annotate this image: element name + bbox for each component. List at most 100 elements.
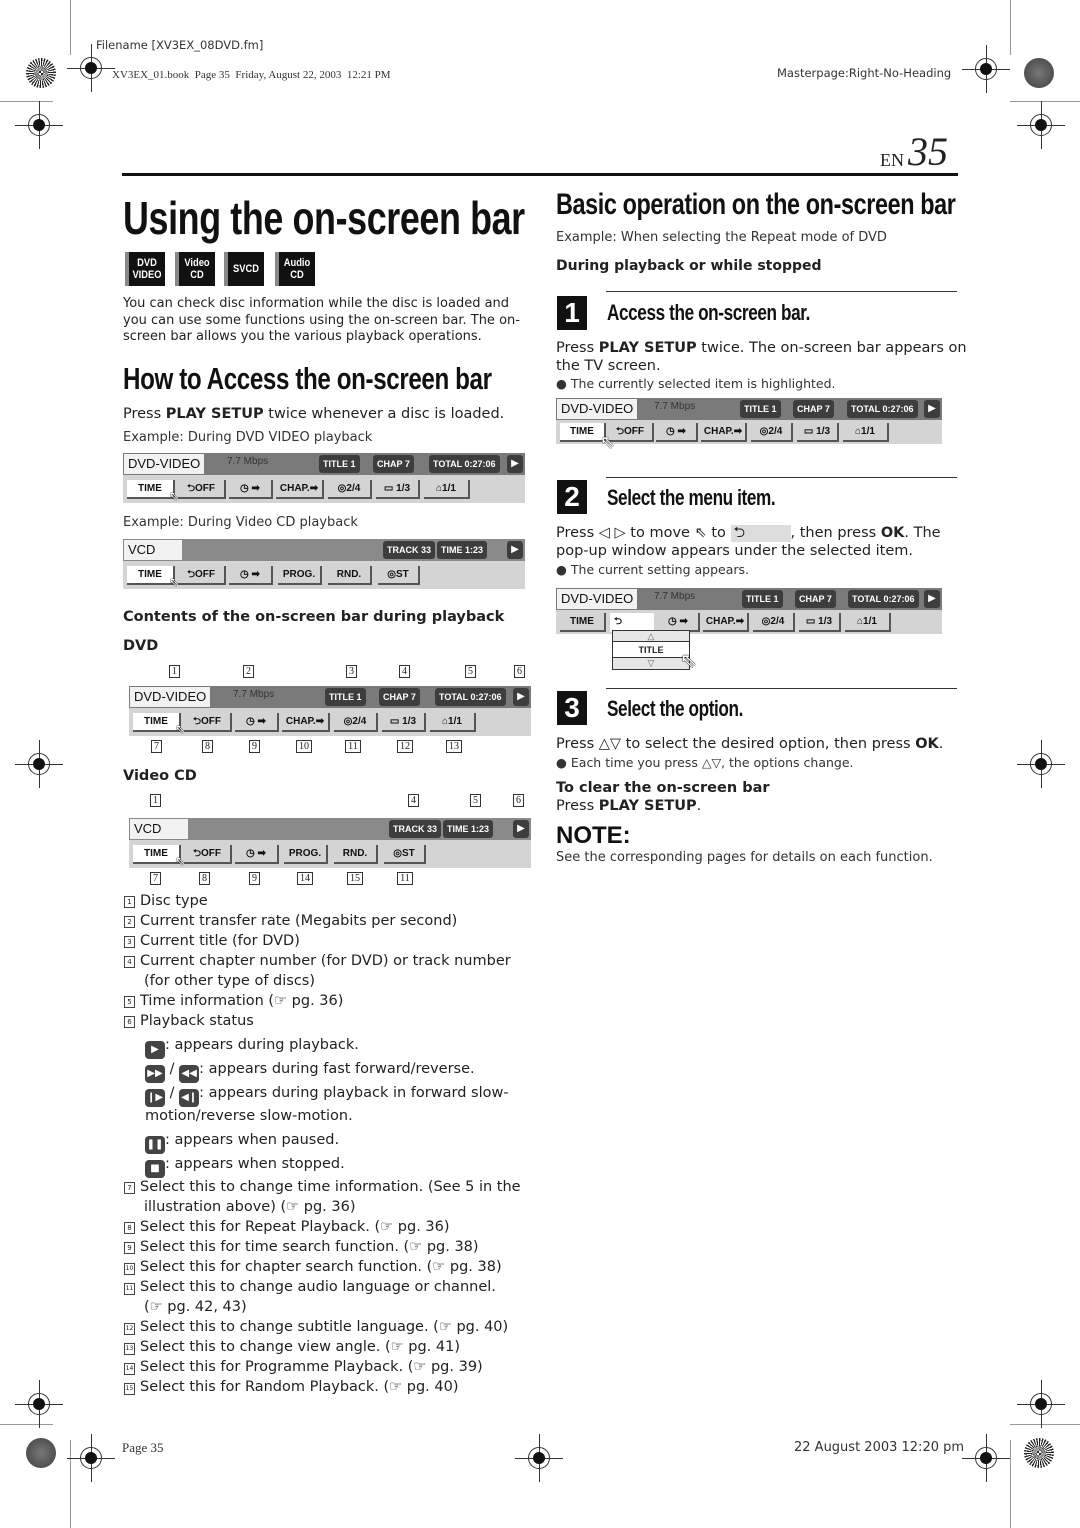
callout-10: 10 — [296, 740, 312, 753]
badge-dvd-video: DVD VIDEO — [125, 252, 165, 286]
audio-button[interactable]: ◎2/4 — [334, 713, 378, 732]
registration-crosshair — [15, 1380, 63, 1428]
popup-down-arrow[interactable]: ▽ — [613, 658, 689, 669]
registration-crosshair — [962, 1434, 1010, 1482]
chapter-field: CHAP 7 — [373, 455, 414, 473]
repeat-button[interactable]: ⮌OFF — [178, 566, 226, 585]
step1-bullet: ● The currently selected item is highlig… — [556, 376, 836, 391]
crop-mark — [1010, 101, 1080, 102]
badge-audio-cd: Audio CD — [275, 252, 315, 286]
program-button[interactable]: PROG. — [284, 845, 328, 864]
step3-text: Press △▽ to select the desired option, t… — [556, 736, 944, 752]
audio-button[interactable]: ◎ST — [378, 566, 420, 585]
disc-type-field: DVD-VIDEO — [124, 454, 205, 474]
chapter-search-button[interactable]: CHAP.➡ — [282, 713, 330, 732]
time-button[interactable]: TIME — [127, 480, 175, 499]
cursor-arrow-icon: ⇖ — [175, 722, 186, 736]
crop-mark — [0, 1424, 53, 1425]
callout-9: 9 — [249, 740, 260, 753]
legend-item-continued: (for other type of discs) — [144, 973, 315, 989]
callout-14: 14 — [297, 872, 313, 885]
chapter-field: CHAP 7 — [793, 400, 834, 418]
registration-crosshair — [67, 44, 115, 92]
legend-item: 10 Select this for chapter search functio… — [124, 1259, 502, 1275]
cursor-arrow-icon: ⇖ — [169, 489, 180, 503]
time-search-button[interactable]: ◷ ➡ — [229, 566, 273, 585]
callout-13: 13 — [446, 740, 462, 753]
status-line-play: ▶: appears during playback. — [145, 1036, 359, 1059]
time-search-button[interactable]: ◷ ➡ — [229, 480, 273, 499]
audio-button[interactable]: ◎2/4 — [751, 423, 793, 442]
angle-button[interactable]: ⌂1/1 — [843, 423, 889, 442]
play-icon: ▶ — [145, 1041, 165, 1059]
badge-video-cd: Video CD — [175, 252, 215, 286]
total-time-field: TOTAL 0:27:06 — [847, 400, 918, 418]
time-button[interactable]: TIME — [560, 613, 606, 632]
callout-8: 8 — [202, 740, 213, 753]
step3-bullet: ● Each time you press △▽, the options ch… — [556, 755, 854, 770]
subtitle-button[interactable]: ▭ 1/3 — [797, 423, 839, 442]
crop-mark — [1010, 1440, 1011, 1528]
audio-button[interactable]: ◎2/4 — [328, 480, 372, 499]
repeat-button[interactable]: ⮌OFF — [178, 480, 226, 499]
time-field: TIME 1:23 — [437, 541, 488, 559]
play-status-icon: ▶ — [924, 400, 940, 418]
repeat-button[interactable]: ⮌OFF — [184, 713, 232, 732]
time-button[interactable]: TIME — [133, 713, 181, 732]
angle-button[interactable]: ⌂1/1 — [430, 713, 476, 732]
time-search-button[interactable]: ◷ ➡ — [235, 845, 279, 864]
registration-crosshair — [1017, 1380, 1065, 1428]
program-button[interactable]: PROG. — [278, 566, 322, 585]
legend-item-continued: (☞ pg. 42, 43) — [144, 1299, 247, 1315]
callout-6: 6 — [513, 794, 524, 807]
clear-title: To clear the on-screen bar — [556, 780, 770, 796]
disc-type-field: DVD-VIDEO — [557, 399, 638, 419]
status-line-slow: ❙▶ / ◀❙: appears during playback in forw… — [145, 1084, 509, 1107]
callout-1: 1 — [150, 794, 161, 807]
subtitle-button[interactable]: ▭ 1/3 — [799, 613, 841, 632]
example-vcd-label: Example: During Video CD playback — [123, 515, 358, 530]
chapter-search-button[interactable]: CHAP.➡ — [276, 480, 324, 499]
popup-option-title[interactable]: TITLE — [613, 642, 689, 658]
callout-5: 5 — [465, 665, 476, 678]
popup-up-arrow[interactable]: △ — [613, 631, 689, 642]
random-button[interactable]: RND. — [334, 845, 378, 864]
audio-button[interactable]: ◎2/4 — [753, 613, 795, 632]
subtitle-button[interactable]: ▭ 1/3 — [376, 480, 420, 499]
subtitle-button[interactable]: ▭ 1/3 — [382, 713, 426, 732]
angle-button[interactable]: ⌂1/1 — [424, 480, 470, 499]
track-field: TRACK 33 — [383, 541, 436, 559]
legend-item: 8 Select this for Repeat Playback. (☞ pg.… — [124, 1218, 450, 1236]
time-search-button[interactable]: ◷ ➡ — [656, 423, 698, 442]
crop-mark — [70, 0, 71, 55]
step2-text-cont: pop-up window appears under the selected… — [556, 543, 914, 559]
callout-3: 3 — [346, 665, 357, 678]
repeat-button[interactable]: ⮌OFF — [184, 845, 232, 864]
disc-type-field: DVD-VIDEO — [130, 687, 211, 707]
play-status-icon: ▶ — [507, 455, 523, 473]
time-button[interactable]: TIME — [133, 845, 181, 864]
chapter-search-button[interactable]: CHAP.➡ — [703, 613, 749, 632]
step1-text-cont: the TV screen. — [556, 358, 661, 374]
angle-button[interactable]: ⌂1/1 — [845, 613, 891, 632]
intro-paragraph: You can check disc information while the… — [123, 296, 520, 344]
example-dvd-label: Example: During DVD VIDEO playback — [123, 430, 373, 445]
status-line-stop: ■: appears when stopped. — [145, 1155, 345, 1178]
audio-button[interactable]: ◎ST — [384, 845, 426, 864]
legend-item: 4 Current chapter number (for DVD) or tra… — [124, 952, 511, 970]
time-button[interactable]: TIME — [127, 566, 175, 585]
onscreen-bar-vcd-example: VCD TRACK 33 TIME 1:23 ▶ TIME ⮌OFF ◷ ➡ P… — [123, 539, 525, 589]
transfer-rate: 7.7 Mbps — [233, 689, 275, 700]
disc-type-field: DVD-VIDEO — [557, 589, 638, 609]
onscreen-bar-step1: DVD-VIDEO 7.7 Mbps TITLE 1 CHAP 7 TOTAL … — [556, 398, 942, 452]
time-search-button[interactable]: ◷ ➡ — [235, 713, 279, 732]
legend-item: 14 Select this for Programme Playback. (☞… — [124, 1359, 483, 1375]
random-button[interactable]: RND. — [328, 566, 372, 585]
onscreen-bar-dvd-example: DVD-VIDEO 7.7 Mbps TITLE 1 CHAP 7 TOTAL … — [123, 453, 525, 503]
footer-date: 22 August 2003 12:20 pm — [794, 1440, 965, 1455]
slow-forward-icon: ❙▶ — [145, 1089, 165, 1107]
step-title-3: Select the option. — [607, 696, 744, 721]
chapter-search-button[interactable]: CHAP.➡ — [701, 423, 747, 442]
callout-4: 4 — [399, 665, 410, 678]
play-status-icon: ▶ — [507, 541, 523, 559]
